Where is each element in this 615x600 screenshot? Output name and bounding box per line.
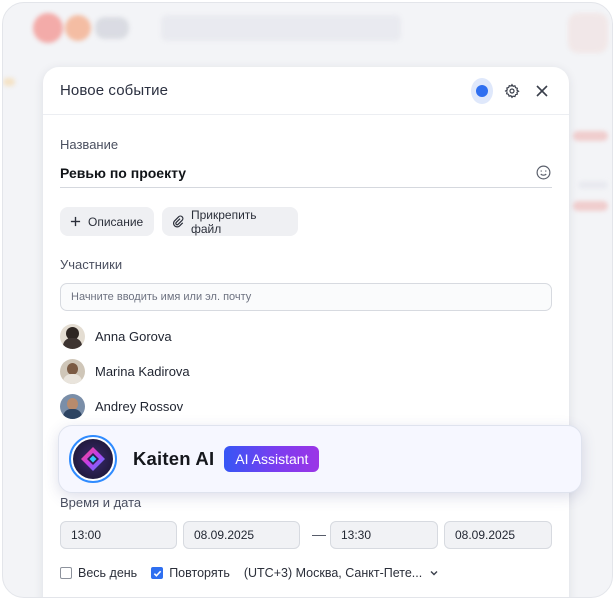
color-picker-button[interactable] [471,77,493,104]
chevron-down-icon [430,571,438,576]
options-row: Весь день Повторять (UTC+3) Москва, Санк… [60,564,439,582]
bg-text-line [3,78,15,86]
participant-row[interactable]: Anna Gorova [60,323,172,349]
gear-icon [504,83,520,98]
start-date-input[interactable]: 08.09.2025 [183,521,300,549]
bg-badge [568,13,608,53]
ai-assistant-name: Kaiten AI [133,448,215,469]
close-button[interactable] [531,80,553,102]
start-time-value: 13:00 [71,528,102,542]
checkmark-icon [153,570,161,577]
bg-search-bar [161,15,401,41]
timezone-value: (UTC+3) Москва, Санкт-Пете... [243,566,423,580]
datetime-label: Время и дата [60,495,142,510]
modal-header: Новое событие [43,67,569,115]
bg-avatar-blob [95,17,129,39]
repeat-checkbox[interactable] [151,567,164,579]
avatar [60,323,85,349]
participant-row[interactable]: Andrey Rossov [60,393,183,419]
event-name-value: Ревью по проекту [60,164,187,181]
add-description-label: Описание [88,214,144,229]
end-date-input[interactable]: 08.09.2025 [444,521,552,549]
range-dash: — [312,526,326,542]
add-description-button[interactable]: Описание [60,207,154,236]
start-date-value: 08.09.2025 [194,528,255,542]
kaiten-ai-logo-icon [69,435,117,483]
participant-name: Marina Kadirova [95,363,190,379]
smiley-icon[interactable] [535,164,552,181]
bg-text-line [573,201,608,211]
end-time-value: 13:30 [341,528,372,542]
all-day-label: Весь день [78,566,138,580]
bg-avatar-blob [33,13,63,43]
ai-assistant-card[interactable]: Kaiten AI AI Assistant [58,425,582,493]
start-time-input[interactable]: 13:00 [60,521,177,549]
paperclip-icon [172,215,184,228]
color-dot-icon [471,77,493,104]
bg-text-line [578,181,608,189]
settings-button[interactable] [501,80,523,102]
repeat-label: Повторять [169,566,230,580]
participant-search-placeholder: Начните вводить имя или эл. почту [71,291,252,303]
avatar [60,393,85,419]
avatar [60,358,85,384]
plus-icon [70,216,81,227]
attach-file-label: Прикрепить файл [191,207,257,236]
all-day-checkbox[interactable] [60,567,72,579]
ai-assistant-badge: AI Assistant [224,446,320,472]
bg-text-line [573,131,608,141]
end-time-input[interactable]: 13:30 [330,521,438,549]
attach-file-button[interactable]: Прикрепить файл [162,207,298,236]
end-date-value: 08.09.2025 [455,528,516,542]
participant-search-input[interactable]: Начните вводить имя или эл. почту [60,283,552,311]
event-name-field[interactable]: Ревью по проекту [60,161,552,188]
bg-avatar-blob [65,15,91,41]
modal-title: Новое событие [60,82,169,99]
participant-row[interactable]: Marina Kadirova [60,358,190,384]
participant-name: Anna Gorova [95,328,172,344]
participants-label: Участники [60,257,123,272]
participant-name: Andrey Rossov [95,398,184,414]
timezone-select[interactable]: (UTC+3) Москва, Санкт-Пете... [244,566,439,580]
app-frame: Новое событие Название Ревью по проекту [2,2,613,598]
name-label: Название [60,137,119,152]
close-icon [536,84,548,97]
new-event-modal: Новое событие Название Ревью по проекту [43,67,569,597]
datetime-row: 13:00 08.09.2025 — 13:30 08.09.2025 [60,521,552,549]
